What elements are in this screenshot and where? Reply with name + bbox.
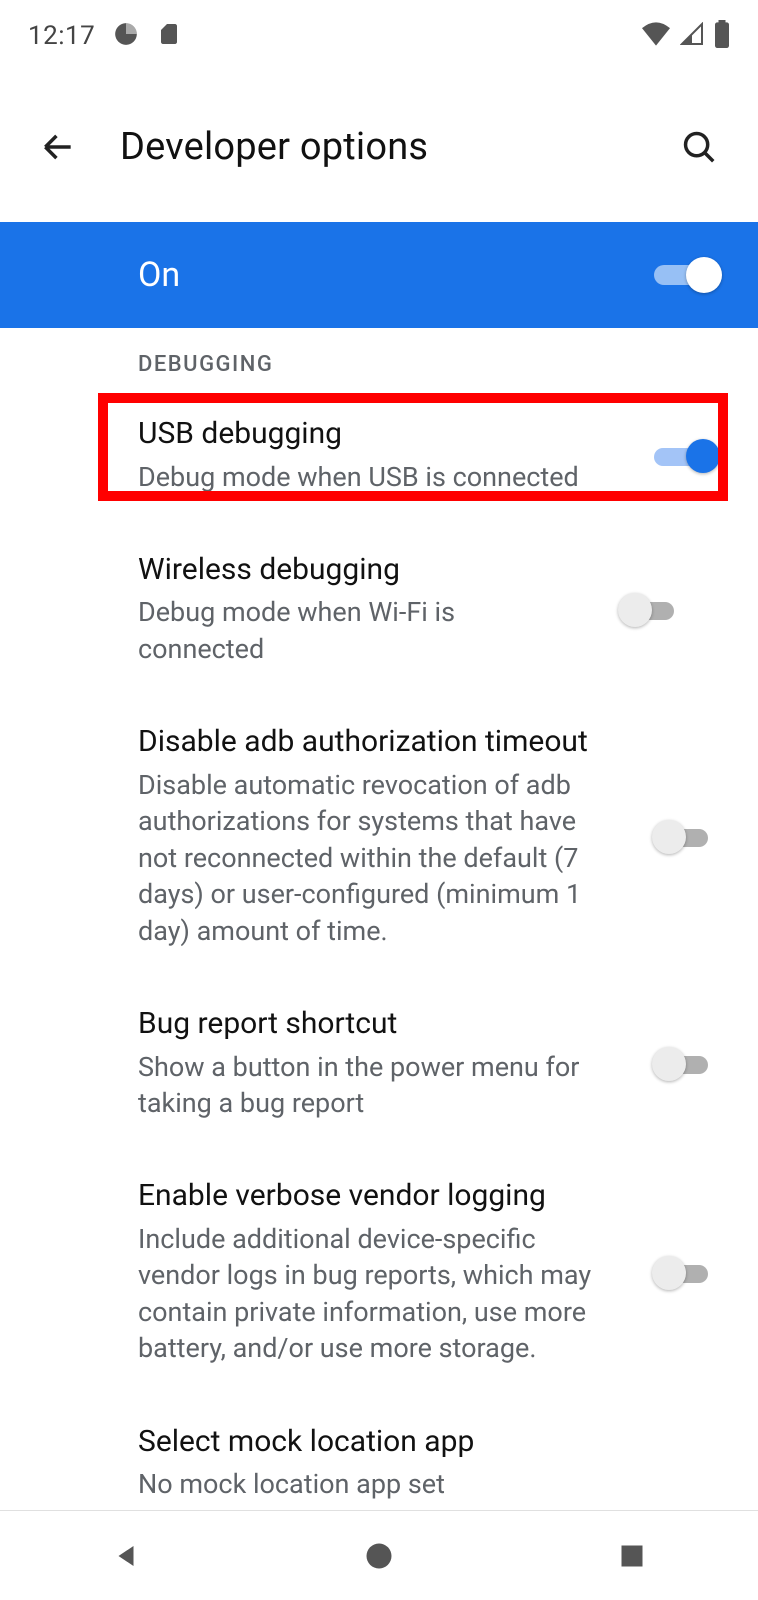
verbose-vendor-logging-switch[interactable] <box>654 1252 718 1292</box>
setting-wireless-debugging[interactable]: Wireless debugging Debug mode when Wi-Fi… <box>0 523 758 695</box>
setting-title: Wireless debugging <box>138 551 538 589</box>
sd-card-icon <box>157 21 181 51</box>
page-title: Developer options <box>120 125 636 169</box>
wireless-debugging-switch[interactable] <box>620 589 684 629</box>
nav-back-icon[interactable] <box>104 1534 148 1578</box>
setting-text: Select mock location app No mock locatio… <box>138 1423 718 1503</box>
adb-auth-timeout-switch[interactable] <box>654 816 718 856</box>
setting-text: Disable adb authorization timeout Disabl… <box>138 723 634 949</box>
status-time: 12:17 <box>28 21 95 51</box>
setting-usb-debugging[interactable]: USB debugging Debug mode when USB is con… <box>0 387 758 523</box>
header: Developer options <box>0 72 758 222</box>
search-icon[interactable] <box>676 124 722 170</box>
status-bar: 12:17 <box>0 0 758 72</box>
setting-text: USB debugging Debug mode when USB is con… <box>138 415 634 495</box>
setting-verbose-vendor-logging[interactable]: Enable verbose vendor logging Include ad… <box>0 1149 758 1394</box>
developer-options-master-toggle[interactable]: On <box>0 222 758 328</box>
setting-title: Enable verbose vendor logging <box>138 1177 614 1215</box>
signal-icon <box>680 22 704 50</box>
setting-title: Bug report shortcut <box>138 1005 614 1043</box>
setting-disable-adb-auth-timeout[interactable]: Disable adb authorization timeout Disabl… <box>0 695 758 977</box>
browser-icon <box>113 21 139 51</box>
battery-icon <box>714 20 730 52</box>
setting-text: Bug report shortcut Show a button in the… <box>138 1005 634 1121</box>
nav-recent-icon[interactable] <box>610 1534 654 1578</box>
setting-text: Wireless debugging Debug mode when Wi-Fi… <box>138 551 558 667</box>
master-toggle-label: On <box>138 255 180 295</box>
setting-desc: Show a button in the power menu for taki… <box>138 1049 614 1122</box>
setting-desc: Debug mode when Wi-Fi is connected <box>138 594 538 667</box>
setting-title: Disable adb authorization timeout <box>138 723 614 761</box>
section-header-debugging: DEBUGGING <box>0 328 758 387</box>
setting-desc: Include additional device-specific vendo… <box>138 1221 614 1367</box>
bug-report-shortcut-switch[interactable] <box>654 1043 718 1083</box>
navigation-bar <box>0 1510 758 1600</box>
nav-home-icon[interactable] <box>357 1534 401 1578</box>
setting-text: Enable verbose vendor logging Include ad… <box>138 1177 634 1366</box>
setting-desc: Disable automatic revocation of adb auth… <box>138 767 614 949</box>
setting-desc: Debug mode when USB is connected <box>138 459 614 495</box>
master-switch[interactable] <box>654 255 718 295</box>
wifi-icon <box>642 22 670 50</box>
back-arrow-icon[interactable] <box>36 125 80 169</box>
setting-title: Select mock location app <box>138 1423 698 1461</box>
setting-desc: No mock location app set <box>138 1466 698 1502</box>
setting-title: USB debugging <box>138 415 614 453</box>
setting-bug-report-shortcut[interactable]: Bug report shortcut Show a button in the… <box>0 977 758 1149</box>
usb-debugging-switch[interactable] <box>654 435 718 475</box>
